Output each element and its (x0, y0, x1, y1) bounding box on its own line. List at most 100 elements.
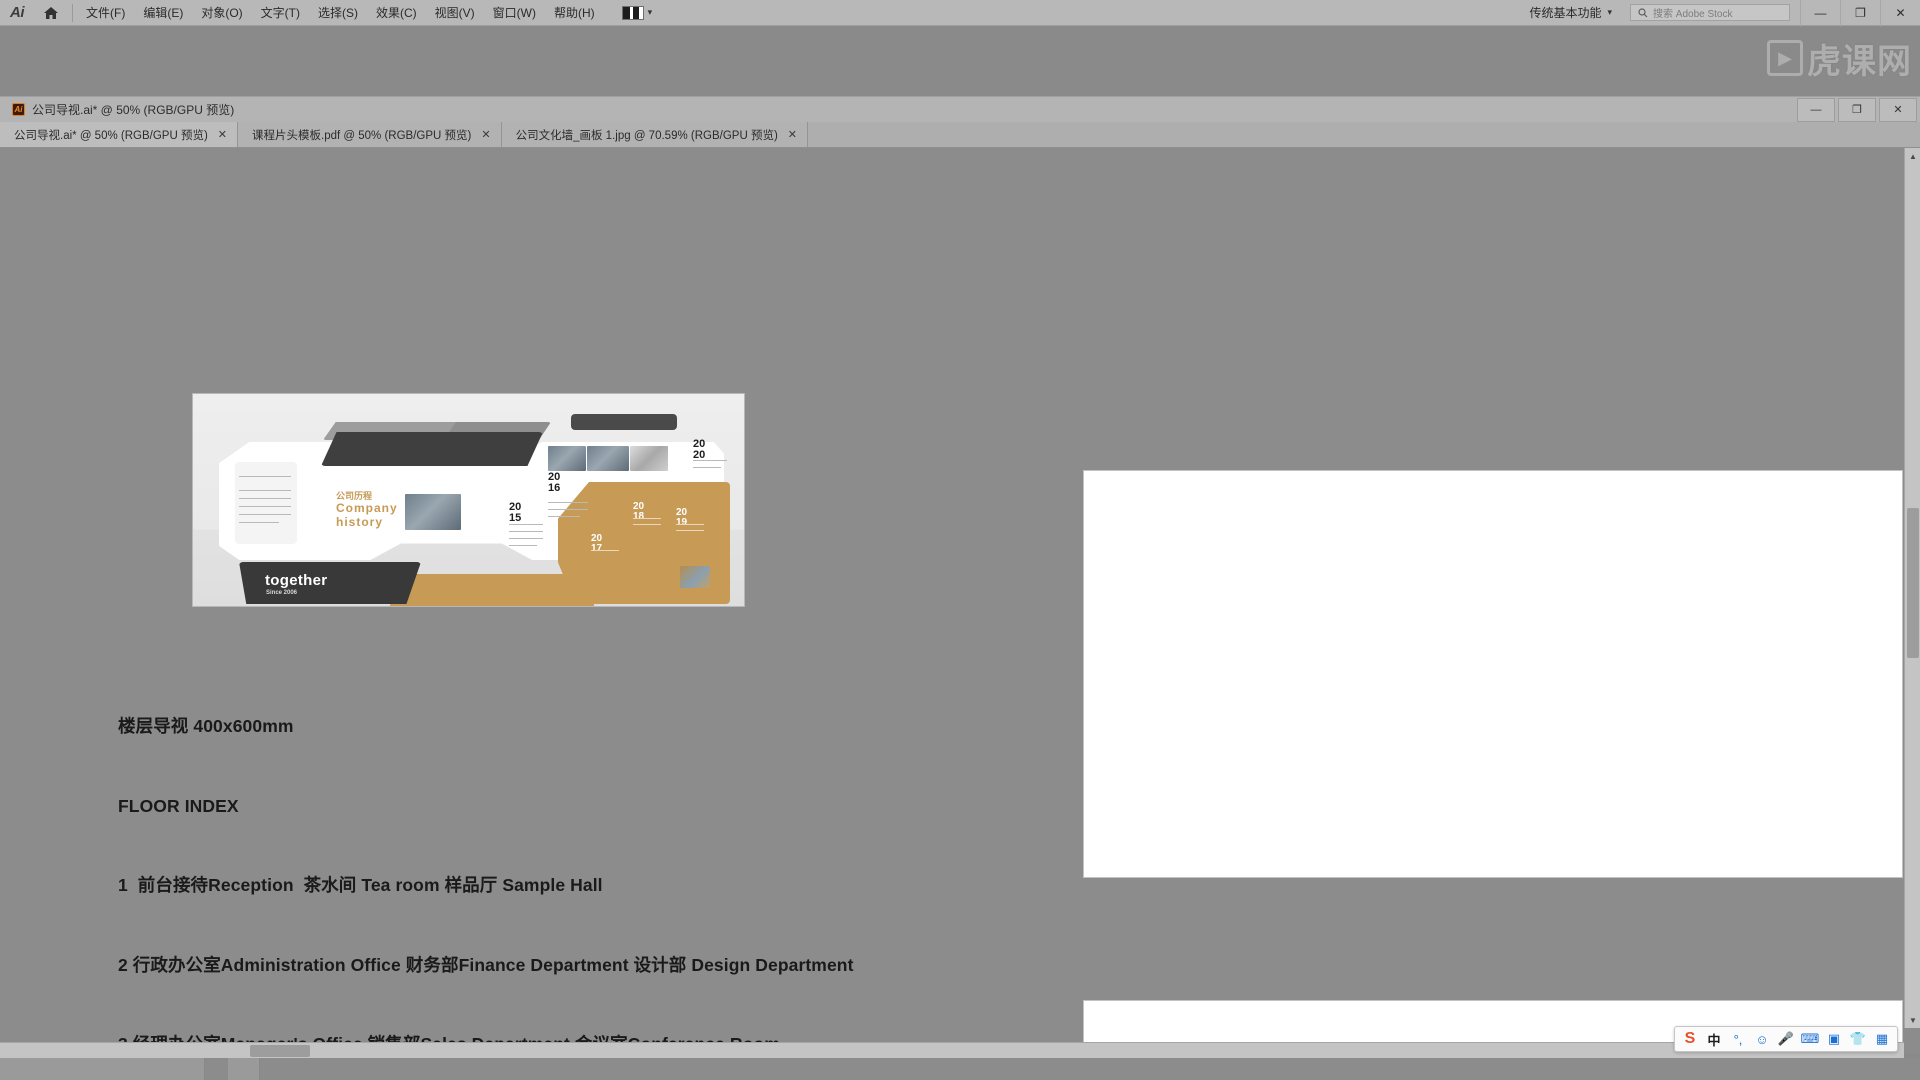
home-icon[interactable] (34, 0, 68, 26)
spec-line: 2 行政办公室Administration Office 财务部Finance … (118, 954, 854, 975)
artwork-text-rule (548, 502, 588, 503)
skin-icon[interactable]: 👕 (1847, 1029, 1869, 1049)
watermark-hukewang: ▶ 虎课网 (1712, 30, 1912, 86)
shape-dark-band-top (321, 432, 543, 466)
artwork-year-2019: 20 19 (676, 507, 688, 528)
artwork-text-rule (676, 530, 704, 531)
menu-type[interactable]: 文字(T) (252, 0, 309, 25)
arrange-documents-icon (621, 5, 644, 20)
artwork-text-rule (591, 550, 619, 551)
screenshot-icon[interactable]: ▣ (1823, 1029, 1845, 1049)
punctuation-icon[interactable]: °, (1727, 1029, 1749, 1049)
restore-button[interactable]: ❐ (1840, 0, 1880, 26)
tab-gongsidaoshi-ai[interactable]: 公司导视.ai* @ 50% (RGB/GPU 预览) ✕ (0, 122, 239, 147)
scroll-down-arrow-icon[interactable]: ▼ (1905, 1012, 1920, 1028)
bottom-status-strip (0, 1058, 1920, 1080)
menu-select[interactable]: 选择(S) (309, 0, 367, 25)
artboard-spec-text-block[interactable]: 楼层导视 400x600mm FLOOR INDEX 1 前台接待Recepti… (118, 660, 854, 1053)
tab-kechengpiantou-pdf[interactable]: 课程片头模板.pdf @ 50% (RGB/GPU 预览) ✕ (238, 122, 502, 147)
placed-image-company-history-wall[interactable]: together Since 2006 公司历程 Company history… (192, 393, 745, 607)
document-restore-button[interactable]: ❐ (1838, 97, 1876, 122)
artwork-text-rule (509, 524, 543, 525)
document-minimize-button[interactable]: — (1797, 97, 1835, 122)
menubar-right-group: 传统基本功能 ▾ 搜索 Adobe Stock — ❐ ✕ (1521, 0, 1920, 26)
menu-divider (72, 3, 73, 22)
canvas-work-area[interactable]: together Since 2006 公司历程 Company history… (0, 148, 1920, 1053)
artwork-text-rule (509, 545, 537, 546)
artwork-text-rule (239, 490, 291, 491)
document-window-titlebar: Ai 公司导视.ai* @ 50% (RGB/GPU 预览) — ❐ ✕ (0, 96, 1920, 122)
artwork-text-rule (509, 531, 543, 532)
sogou-ime-toolbar[interactable]: S 中 °, ☺ 🎤 ⌨ ▣ 👕 ▦ (1674, 1026, 1898, 1052)
application-menu-bar: Ai 文件(F) 编辑(E) 对象(O) 文字(T) 选择(S) 效果(C) 视… (0, 0, 1920, 26)
menu-object[interactable]: 对象(O) (192, 0, 251, 25)
emoji-icon[interactable]: ☺ (1751, 1029, 1773, 1049)
menu-edit[interactable]: 编辑(E) (134, 0, 192, 25)
artwork-photo-4 (680, 566, 710, 588)
close-icon[interactable]: ✕ (481, 128, 490, 141)
menu-help[interactable]: 帮助(H) (545, 0, 604, 25)
minimize-button[interactable]: — (1800, 0, 1840, 26)
artwork-text-rule (693, 460, 727, 461)
tab-gongsiwenhuaqiang-jpg[interactable]: 公司文化墙_画板 1.jpg @ 70.59% (RGB/GPU 预览) ✕ (501, 122, 808, 147)
artwork-year-2018: 20 18 (633, 501, 645, 522)
menu-view[interactable]: 视图(V) (426, 0, 484, 25)
artwork-together-text: together (265, 572, 328, 589)
scroll-up-arrow-icon[interactable]: ▲ (1905, 148, 1920, 164)
menu-file[interactable]: 文件(F) (77, 0, 134, 25)
tab-label: 公司导视.ai* @ 50% (RGB/GPU 预览) (14, 129, 208, 142)
menu-window[interactable]: 窗口(W) (484, 0, 545, 25)
toolbox-icon[interactable]: ▦ (1871, 1029, 1893, 1049)
artwork-text-rule (633, 518, 661, 519)
artwork-text-rule (239, 498, 291, 499)
artboard-panel-upper (1083, 470, 1903, 878)
workspace-switcher[interactable]: 传统基本功能 ▾ (1521, 4, 1620, 21)
voice-input-icon[interactable]: 🎤 (1775, 1029, 1797, 1049)
vertical-scrollbar[interactable]: ▲ ▼ (1904, 148, 1920, 1028)
shape-dark-bar-top-right (571, 414, 677, 430)
menu-effect[interactable]: 效果(C) (367, 0, 426, 25)
chevron-down-icon: ▾ (1607, 7, 1612, 17)
artwork-photo-handshake (405, 494, 461, 530)
artwork-year-2016: 20 16 (548, 471, 561, 494)
artwork-title-en-line2: history (336, 515, 384, 529)
artwork-text-rule (633, 524, 661, 525)
artwork-text-rule (548, 516, 580, 517)
close-icon[interactable]: ✕ (788, 128, 797, 141)
artwork-year-2015: 20 15 (509, 501, 522, 524)
horizontal-scroll-thumb[interactable] (250, 1045, 310, 1057)
vertical-scroll-thumb[interactable] (1907, 508, 1919, 658)
search-icon (1638, 7, 1648, 17)
watermark-badge-icon: ▶ (1767, 40, 1803, 76)
sogou-logo-icon[interactable]: S (1679, 1029, 1701, 1049)
artwork-title-en-line1: Company (336, 501, 398, 515)
document-window-controls: — ❐ ✕ (1797, 97, 1920, 122)
artwork-text-rule (239, 506, 291, 507)
artwork-year-2017: 20 17 (591, 533, 603, 554)
artwork-text-rule (676, 524, 704, 525)
close-button[interactable]: ✕ (1880, 0, 1920, 26)
horizontal-scrollbar[interactable] (0, 1042, 1904, 1058)
watermark-text: 虎课网 (1807, 42, 1912, 81)
shape-tan-band-bottom (389, 574, 594, 606)
artwork-text-rule (239, 476, 291, 477)
artwork-year-2020: 20 20 (693, 438, 706, 461)
spec-line: 1 前台接待Reception 茶水间 Tea room 样品厅 Sample … (118, 875, 603, 895)
document-close-button[interactable]: ✕ (1879, 97, 1917, 122)
artwork-text-rule (239, 522, 279, 523)
workspace-label: 传统基本功能 (1529, 6, 1602, 20)
artwork-photo-3 (630, 446, 668, 471)
spec-line: 楼层导视 400x600mm (118, 716, 294, 736)
close-icon[interactable]: ✕ (218, 128, 227, 141)
tab-label: 课程片头模板.pdf @ 50% (RGB/GPU 预览) (252, 129, 472, 142)
artwork-text-rule (548, 509, 588, 510)
illustrator-logo-icon: Ai (10, 4, 25, 21)
shape-left-info-card (235, 462, 297, 544)
stock-search-placeholder: 搜索 Adobe Stock (1653, 9, 1733, 20)
document-arrange-dropdown[interactable]: ▾ (618, 4, 657, 22)
input-mode-chinese-icon[interactable]: 中 (1703, 1029, 1725, 1049)
tab-label: 公司文化墙_画板 1.jpg @ 70.59% (RGB/GPU 预览) (515, 129, 778, 142)
artwork-photo-2 (587, 446, 629, 471)
soft-keyboard-icon[interactable]: ⌨ (1799, 1029, 1821, 1049)
adobe-stock-search[interactable]: 搜索 Adobe Stock (1630, 4, 1790, 21)
